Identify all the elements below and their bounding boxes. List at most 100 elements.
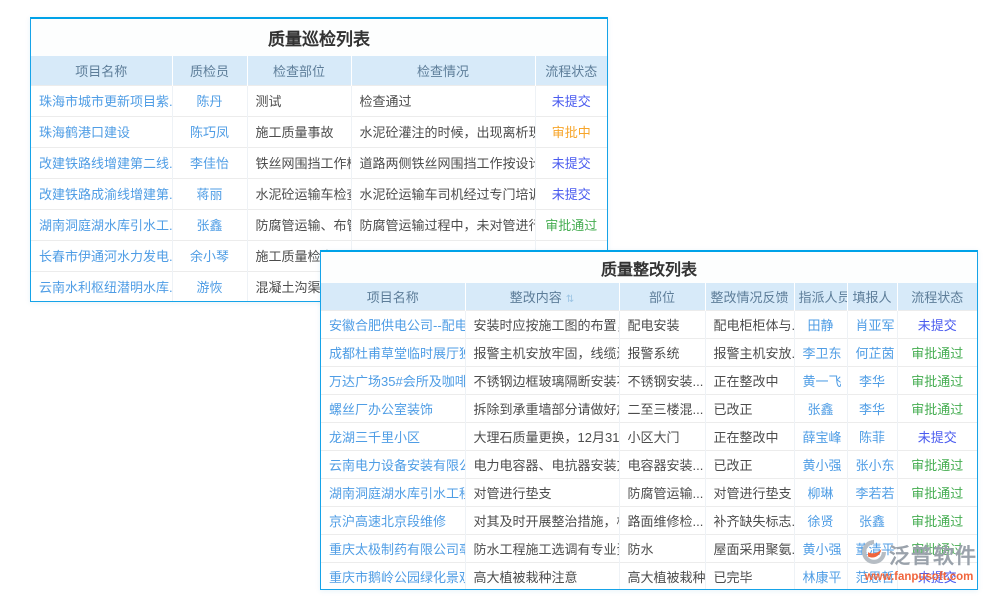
table-row: 云南电力设备安装有限公司20...电力电容器、电抗器安装方案,...电容器安装.… <box>321 450 977 478</box>
reporter-cell[interactable]: 张鑫 <box>847 506 897 534</box>
reporter-cell[interactable]: 李华 <box>847 366 897 394</box>
assignee-cell[interactable]: 薛宝峰 <box>794 422 847 450</box>
reporter-cell[interactable]: 陈菲 <box>847 422 897 450</box>
part-cell: 报警系统 <box>619 338 705 366</box>
status-cell: 审批通过 <box>897 366 977 394</box>
inspection-part-cell: 施工质量事故 <box>247 116 351 147</box>
assignee-cell[interactable]: 黄一飞 <box>794 366 847 394</box>
inspector-cell[interactable]: 游恢 <box>172 271 247 302</box>
assignee-cell[interactable]: 黄小强 <box>794 450 847 478</box>
assignee-cell[interactable]: 田静 <box>794 310 847 338</box>
status-cell: 未提交 <box>535 85 607 116</box>
reporter-cell[interactable]: 李若若 <box>847 478 897 506</box>
inspection-header-row: 项目名称质检员检查部位检查情况流程状态 <box>31 56 607 85</box>
feedback-cell: 正在整改中 <box>705 366 794 394</box>
inspector-cell[interactable]: 李佳怡 <box>172 147 247 178</box>
inspection-situation-header: 检查情况 <box>351 56 535 85</box>
fanpu-logo-icon <box>861 539 887 570</box>
reporter-cell[interactable]: 张小东 <box>847 450 897 478</box>
feedback-cell: 屋面采用聚氨... <box>705 534 794 562</box>
project-name-header: 项目名称 <box>31 56 172 85</box>
project-name-cell[interactable]: 龙湖三千里小区 <box>321 422 465 450</box>
status-header: 流程状态 <box>897 283 977 310</box>
project-name-cell[interactable]: 云南水利枢纽潜明水库... <box>31 271 172 302</box>
inspection-part-cell: 测试 <box>247 85 351 116</box>
inspector-cell[interactable]: 陈丹 <box>172 85 247 116</box>
inspector-cell[interactable]: 余小琴 <box>172 240 247 271</box>
rectify-content-cell: 大理石质量更换，12月31日之... <box>465 422 619 450</box>
reporter-cell[interactable]: 肖亚军 <box>847 310 897 338</box>
sort-icon[interactable]: ⇅ <box>566 294 574 305</box>
inspection-situation-cell: 水泥砼灌注的时候，出现离析现象 <box>351 116 535 147</box>
project-name-cell[interactable]: 万达广场35#会所及咖啡厅空... <box>321 366 465 394</box>
rectify-content-cell: 拆除到承重墙部分请做好加固... <box>465 394 619 422</box>
status-cell: 未提交 <box>897 422 977 450</box>
status-cell: 审批中 <box>535 116 607 147</box>
status-header: 流程状态 <box>535 56 607 85</box>
part-cell: 二至三楼混... <box>619 394 705 422</box>
feedback-cell: 补齐缺失标志... <box>705 506 794 534</box>
assignee-cell[interactable]: 柳琳 <box>794 478 847 506</box>
project-name-cell[interactable]: 重庆太极制药有限公司亳州中... <box>321 534 465 562</box>
part-cell: 高大植被栽种 <box>619 562 705 590</box>
table-row: 湖南洞庭湖水库引水工程施工I标对管进行垫支防腐管运输...对管进行垫支柳琳李若若… <box>321 478 977 506</box>
table-row: 珠海鹤港口建设陈巧凤施工质量事故水泥砼灌注的时候，出现离析现象审批中 <box>31 116 607 147</box>
assignee-cell[interactable]: 张鑫 <box>794 394 847 422</box>
project-name-cell[interactable]: 京沪高速北京段维修 <box>321 506 465 534</box>
assignee-cell[interactable]: 李卫东 <box>794 338 847 366</box>
inspector-header: 质检员 <box>172 56 247 85</box>
rectify-content-header[interactable]: 整改内容⇅ <box>465 283 619 310</box>
project-name-cell[interactable]: 珠海市城市更新项目紫... <box>31 85 172 116</box>
rectification-header-row: 项目名称整改内容⇅部位整改情况反馈指派人员填报人流程状态 <box>321 283 977 310</box>
project-name-cell[interactable]: 湖南洞庭湖水库引水工程施工I标 <box>321 478 465 506</box>
inspection-situation-cell: 水泥砼运输车司机经过专门培训... <box>351 178 535 209</box>
project-name-cell[interactable]: 云南电力设备安装有限公司20... <box>321 450 465 478</box>
feedback-cell: 已改正 <box>705 450 794 478</box>
reporter-cell[interactable]: 何芷茵 <box>847 338 897 366</box>
part-cell: 防腐管运输... <box>619 478 705 506</box>
status-cell: 审批通过 <box>897 338 977 366</box>
inspector-cell[interactable]: 张鑫 <box>172 209 247 240</box>
inspection-part-cell: 水泥砼运输车检查 <box>247 178 351 209</box>
status-cell: 未提交 <box>535 147 607 178</box>
table-row: 改建铁路成渝线增建第...蒋丽水泥砼运输车检查水泥砼运输车司机经过专门培训...… <box>31 178 607 209</box>
feedback-cell: 报警主机安放... <box>705 338 794 366</box>
feedback-cell: 正在整改中 <box>705 422 794 450</box>
rectification-table-title: 质量整改列表 <box>321 252 977 283</box>
reporter-cell[interactable]: 李华 <box>847 394 897 422</box>
project-name-cell[interactable]: 安徽合肥供电公司--配电设备... <box>321 310 465 338</box>
inspection-situation-cell: 防腐管运输过程中，未对管进行... <box>351 209 535 240</box>
project-name-cell[interactable]: 改建铁路线增建第二线... <box>31 147 172 178</box>
status-cell: 审批通过 <box>897 450 977 478</box>
feedback-cell: 已改正 <box>705 394 794 422</box>
inspection-part-cell: 铁丝网围挡工作检查 <box>247 147 351 178</box>
assignee-header: 指派人员 <box>794 283 847 310</box>
part-cell: 配电安装 <box>619 310 705 338</box>
inspection-part-cell: 防腐管运输、布管 <box>247 209 351 240</box>
project-name-cell[interactable]: 湖南洞庭湖水库引水工... <box>31 209 172 240</box>
feedback-cell: 对管进行垫支 <box>705 478 794 506</box>
status-cell: 审批通过 <box>897 478 977 506</box>
project-name-cell[interactable]: 重庆市鹅岭公园绿化景观提升... <box>321 562 465 590</box>
project-name-cell[interactable]: 长春市伊通河水力发电... <box>31 240 172 271</box>
project-name-cell[interactable]: 改建铁路成渝线增建第... <box>31 178 172 209</box>
inspector-cell[interactable]: 陈巧凤 <box>172 116 247 147</box>
project-name-cell[interactable]: 螺丝厂办公室装饰 <box>321 394 465 422</box>
assignee-cell[interactable]: 黄小强 <box>794 534 847 562</box>
rectify-content-cell: 电力电容器、电抗器安装方案,... <box>465 450 619 478</box>
watermark-url: www.fanpusoft.com <box>856 571 982 583</box>
table-row: 万达广场35#会所及咖啡厅空...不锈钢边框玻璃隔断安装不牢...不锈钢安装..… <box>321 366 977 394</box>
table-row: 改建铁路线增建第二线...李佳怡铁丝网围挡工作检查道路两侧铁丝网围挡工作按设计.… <box>31 147 607 178</box>
table-row: 安徽合肥供电公司--配电设备...安装时应按施工图的布置，将...配电安装配电柜… <box>321 310 977 338</box>
rectify-content-cell: 不锈钢边框玻璃隔断安装不牢... <box>465 366 619 394</box>
assignee-cell[interactable]: 林康平 <box>794 562 847 590</box>
status-cell: 审批通过 <box>897 506 977 534</box>
part-cell: 不锈钢安装... <box>619 366 705 394</box>
project-name-cell[interactable]: 珠海鹤港口建设 <box>31 116 172 147</box>
rectify-content-cell: 安装时应按施工图的布置，将... <box>465 310 619 338</box>
project-name-cell[interactable]: 成都杜甫草堂临时展厅独立展... <box>321 338 465 366</box>
inspector-cell[interactable]: 蒋丽 <box>172 178 247 209</box>
status-cell: 未提交 <box>897 310 977 338</box>
assignee-cell[interactable]: 徐贤 <box>794 506 847 534</box>
part-cell: 路面维修检... <box>619 506 705 534</box>
